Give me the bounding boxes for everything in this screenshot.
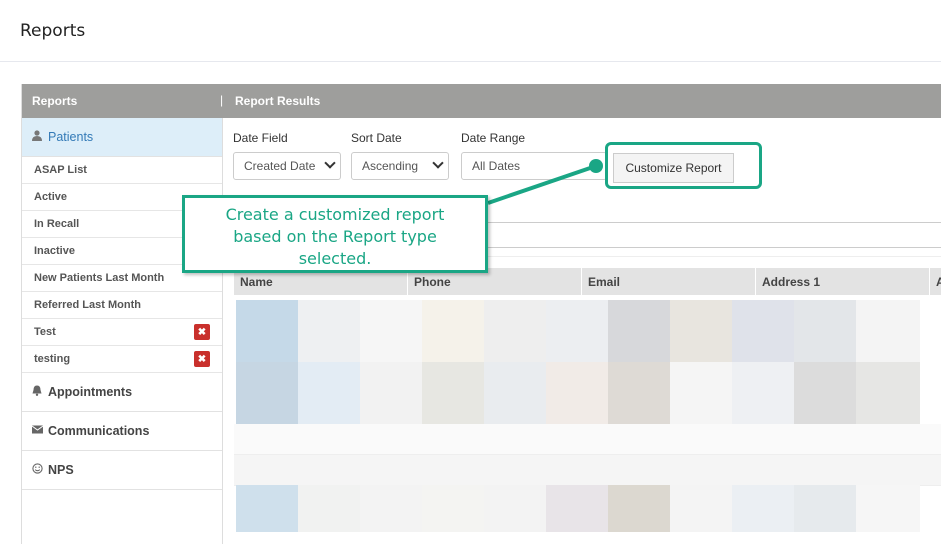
tooltip-callout: Create a customized report based on the … [182,195,488,273]
column-header-email[interactable]: Email [581,268,755,295]
sidebar-item-referred-last-month[interactable]: Referred Last Month [22,292,222,319]
sidebar-section-label: NPS [48,463,74,477]
sidebar-section-communications[interactable]: Communications [22,412,222,451]
sidebar-section-label: Appointments [48,385,133,399]
report-results-heading: Report Results [235,94,321,108]
date-range-value: All Dates [472,159,521,173]
delete-report-icon[interactable]: ✖ [194,324,210,340]
chevron-down-icon [432,157,444,169]
chevron-down-icon [324,157,336,169]
sidebar-item-label: Test [34,326,56,338]
table-row [234,424,941,455]
smiley-icon [32,463,46,477]
reports-sidebar: Patients ASAP List Active In Recall Inac… [22,118,223,544]
report-results: Date Field Created Date Sort Date Ascend… [223,118,941,544]
table-row [236,485,920,532]
envelope-icon [31,425,46,437]
sidebar-item-label: In Recall [34,218,80,230]
table-row [236,362,920,424]
table-row [234,455,941,486]
table-row [236,300,920,362]
sort-date-value: Ascending [362,159,419,173]
column-header-address-2[interactable]: A [929,268,941,295]
sidebar-item-label: Referred Last Month [34,299,141,311]
customize-report-button[interactable]: Customize Report [613,153,734,183]
page-header: Reports [0,0,941,62]
page-title: Reports [20,21,86,41]
sidebar-item-label: ASAP List [34,164,87,176]
callout-line-1: Create a customized report [225,205,445,224]
panel-header-bar: Reports | Report Results [22,84,941,118]
date-range-label: Date Range [461,131,526,145]
sidebar-item-label: New Patients Last Month [34,272,165,284]
date-field-select[interactable]: Created Date [233,152,341,180]
sidebar-section-label: Patients [48,130,94,144]
reports-panel: Reports | Report Results Patients ASAP L… [21,84,941,544]
sidebar-section-appointments[interactable]: Appointments [22,373,222,412]
sidebar-section-nps[interactable]: NPS [22,451,222,490]
callout-line-3: selected. [298,249,372,268]
callout-line-2: based on the Report type [233,227,437,246]
sidebar-item-asap-list[interactable]: ASAP List [22,157,222,184]
sidebar-item-label: testing [34,353,71,365]
sidebar-item-label: Inactive [34,245,75,257]
reports-heading: Reports [32,94,78,108]
column-header-address-1[interactable]: Address 1 [755,268,929,295]
sidebar-item-label: Active [34,191,68,203]
bell-icon [32,385,46,399]
user-icon [32,130,46,144]
sort-date-label: Sort Date [351,131,402,145]
delete-report-icon[interactable]: ✖ [194,351,210,367]
sidebar-item-test[interactable]: Test ✖ [22,319,222,346]
sidebar-section-label: Communications [48,424,150,438]
date-field-value: Created Date [244,159,316,173]
sidebar-section-patients[interactable]: Patients [22,118,222,157]
customize-highlight: Customize Report [605,142,762,189]
sidebar-item-testing[interactable]: testing ✖ [22,346,222,373]
date-field-label: Date Field [233,131,288,145]
sort-date-select[interactable]: Ascending [351,152,449,180]
header-separator: | [220,93,224,107]
date-range-select[interactable]: All Dates [461,152,607,180]
